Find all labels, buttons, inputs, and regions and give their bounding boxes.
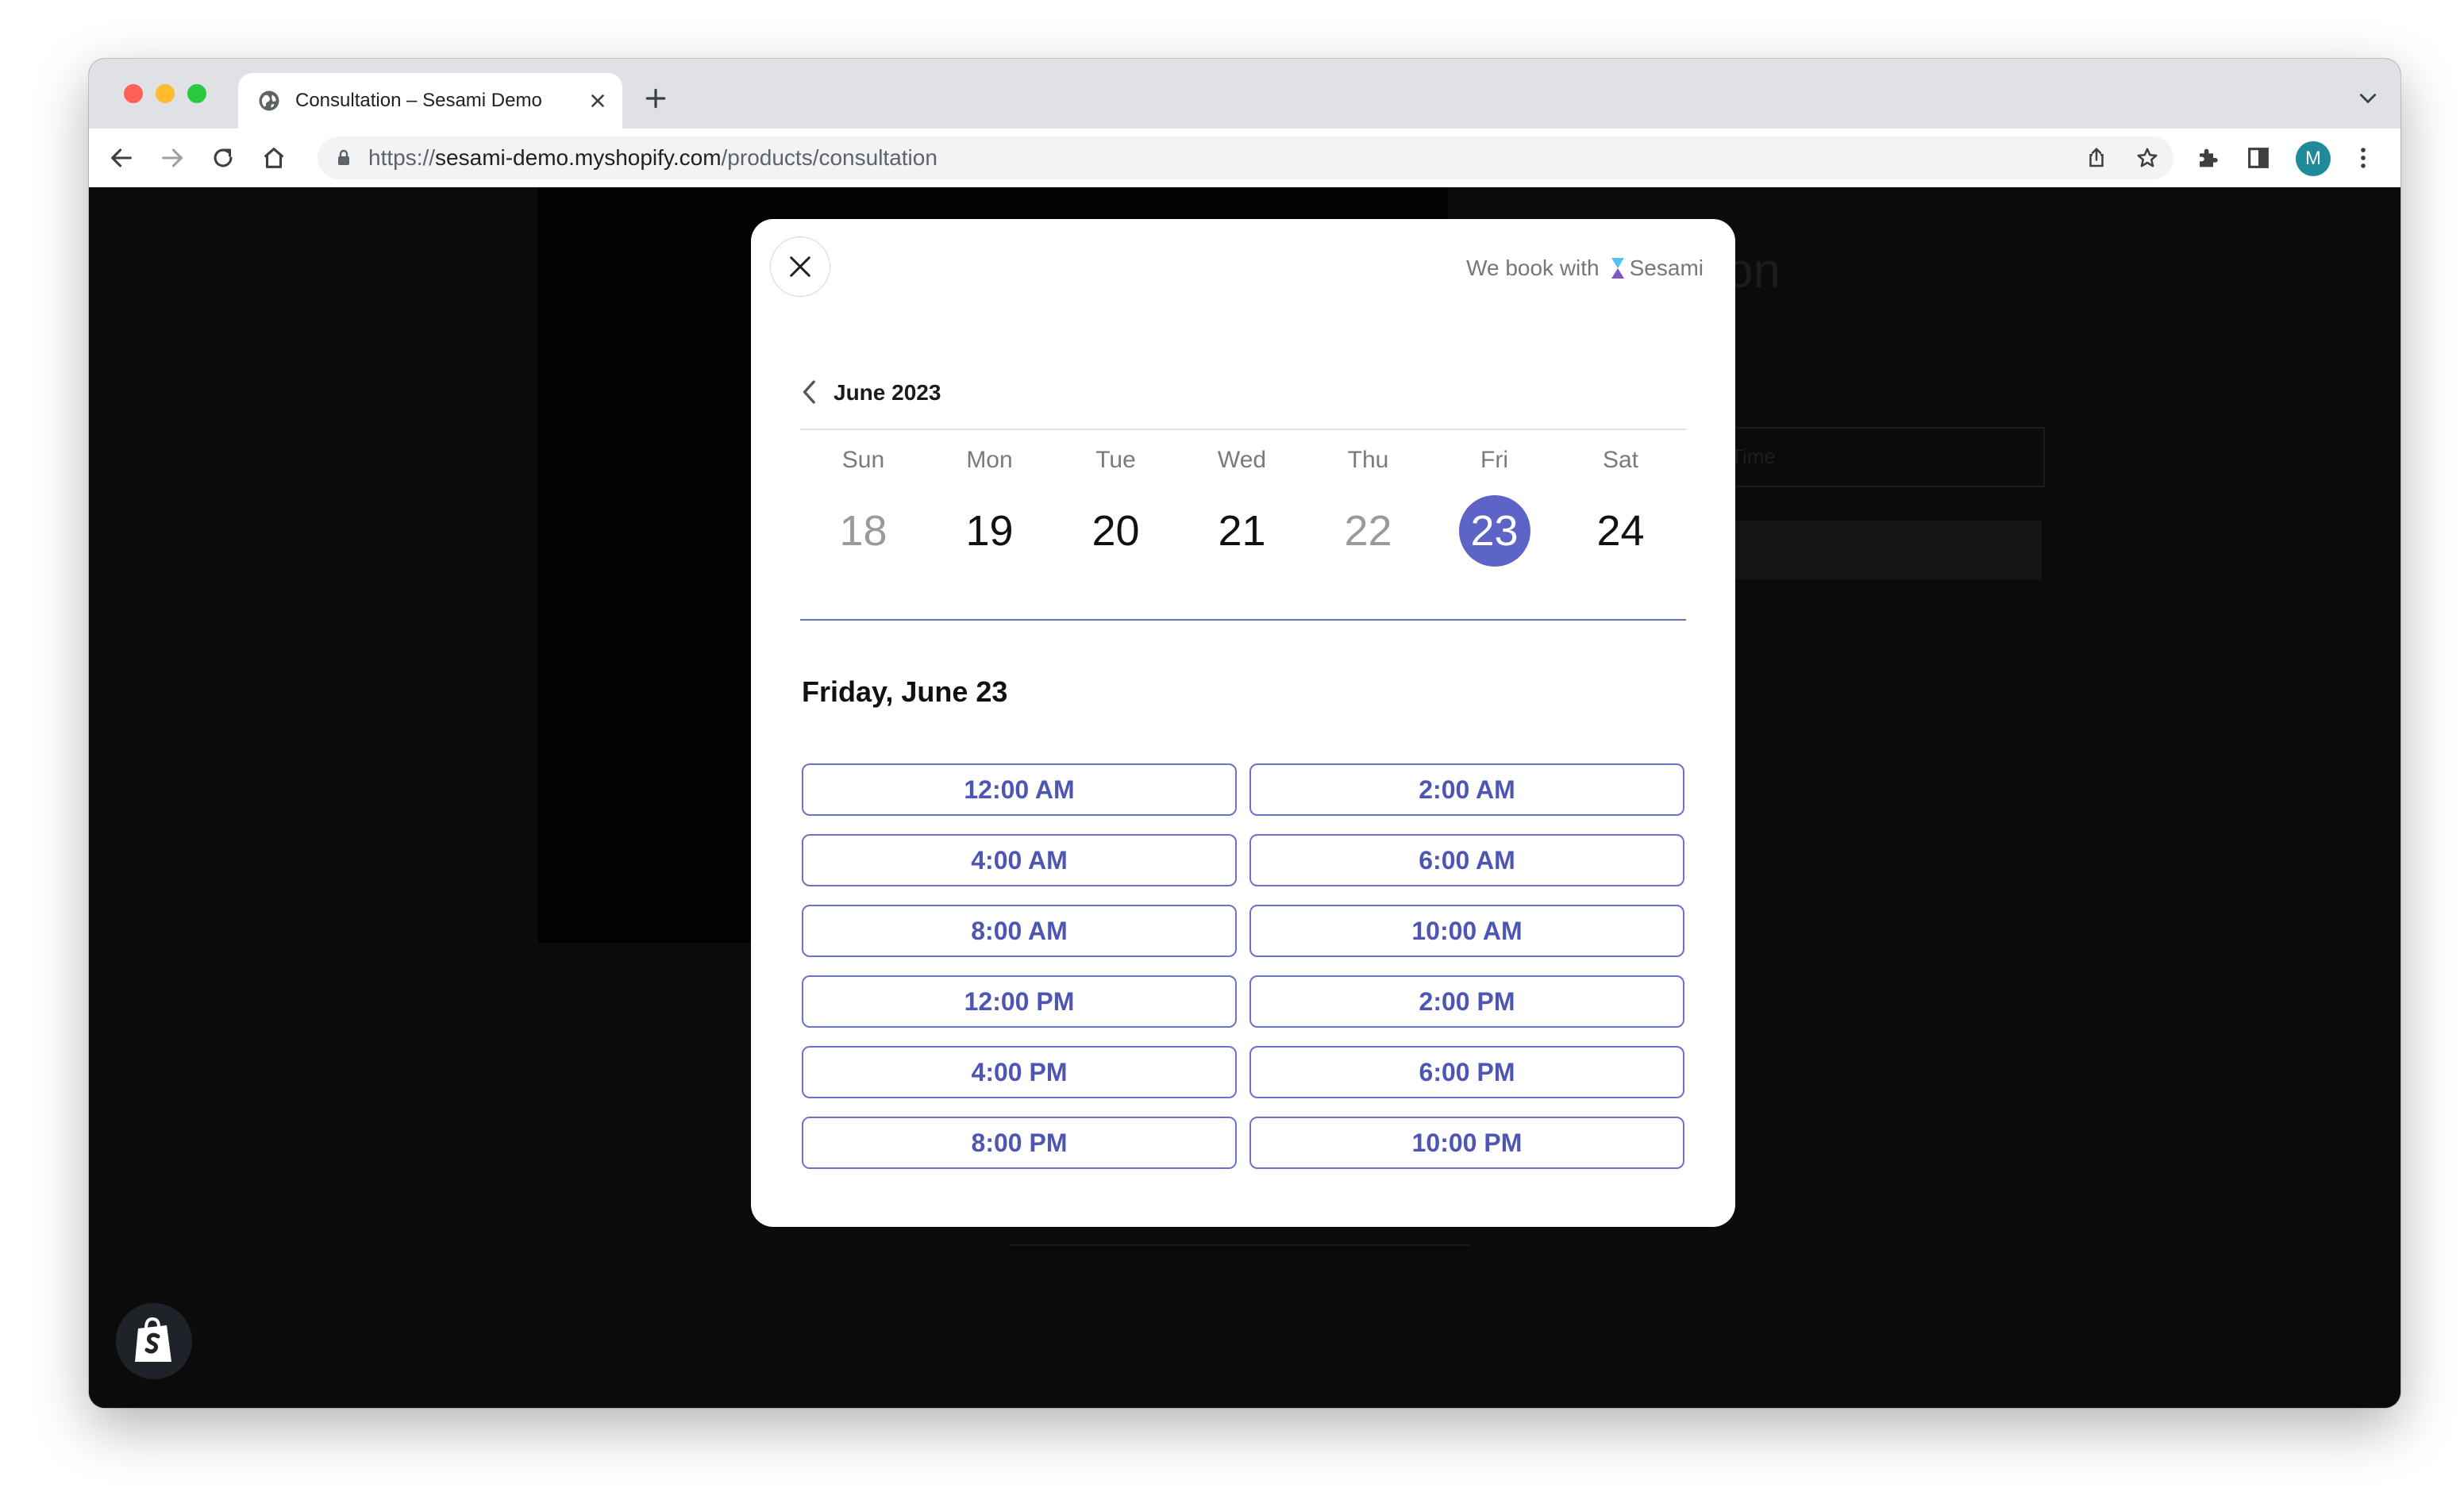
chevron-down-icon[interactable] — [2358, 90, 2378, 106]
day-mon[interactable]: Mon 19 — [926, 438, 1053, 565]
day-of-week-label: Tue — [1095, 447, 1136, 473]
time-slot-button[interactable]: 8:00 AM — [802, 905, 1237, 957]
day-sun: Sun 18 — [800, 438, 926, 565]
day-of-week-label: Sat — [1602, 447, 1639, 473]
time-slot-button[interactable]: 6:00 PM — [1249, 1046, 1684, 1098]
calendar-divider-bottom — [800, 619, 1686, 621]
day-tue[interactable]: Tue 20 — [1053, 438, 1179, 565]
date-number[interactable]: 20 — [1080, 495, 1152, 567]
shopify-button[interactable] — [116, 1303, 192, 1379]
back-icon[interactable] — [108, 144, 135, 171]
date-number: 22 — [1344, 507, 1392, 555]
home-icon[interactable] — [260, 144, 287, 171]
week-strip: Sun 18 Mon 19 Tue 20 Wed 21 Thu 22 Fri 2… — [800, 438, 1686, 567]
time-slot-button[interactable]: 2:00 PM — [1249, 975, 1684, 1028]
hourglass-icon — [1611, 258, 1624, 279]
window-zoom-button[interactable] — [187, 84, 206, 103]
day-fri-selected[interactable]: Fri 23 — [1431, 438, 1557, 567]
url-text: https://sesami-demo.myshopify.com/produc… — [368, 145, 937, 171]
side-panel-icon[interactable] — [2245, 144, 2272, 171]
selected-date-number[interactable]: 23 — [1458, 495, 1530, 567]
close-icon — [790, 256, 810, 277]
book-button-background — [1708, 521, 2042, 579]
day-of-week-label: Mon — [966, 447, 1013, 473]
time-slot-button[interactable]: 12:00 AM — [802, 763, 1237, 816]
tab-title: Consultation – Sesami Demo — [295, 90, 542, 111]
modal-close-button[interactable] — [770, 236, 830, 297]
date-number[interactable]: 19 — [954, 495, 1026, 567]
divider — [1010, 1244, 1470, 1246]
time-slot-button[interactable]: 12:00 PM — [802, 975, 1237, 1028]
day-of-week-label: Thu — [1347, 447, 1389, 473]
day-sat[interactable]: Sat 24 — [1557, 438, 1684, 565]
time-field-placeholder: Time — [1731, 444, 1776, 468]
calendar-divider-top — [800, 429, 1686, 430]
extensions-icon[interactable] — [2194, 144, 2221, 171]
chevron-left-icon[interactable] — [799, 378, 821, 406]
star-icon[interactable] — [2135, 146, 2159, 170]
reload-icon[interactable] — [210, 144, 237, 171]
day-of-week-label: Fri — [1480, 447, 1508, 473]
lock-icon[interactable] — [335, 148, 352, 167]
time-slot-button[interactable]: 4:00 PM — [802, 1046, 1237, 1098]
time-slot-button[interactable]: 10:00 AM — [1249, 905, 1684, 957]
address-bar[interactable]: https://sesami-demo.myshopify.com/produc… — [318, 136, 2173, 179]
brand-name: Sesami — [1629, 256, 1704, 280]
browser-window: Consultation – Sesami Demo https://sesam… — [89, 59, 2400, 1408]
kebab-menu-icon[interactable] — [2350, 144, 2377, 171]
time-slot-button[interactable]: 6:00 AM — [1249, 834, 1684, 886]
brand-prefix: We book with — [1466, 256, 1600, 280]
date-number[interactable]: 21 — [1207, 495, 1278, 567]
share-icon[interactable] — [2085, 146, 2108, 170]
shopify-bag-icon — [135, 1317, 171, 1362]
tab-bar: Consultation – Sesami Demo — [89, 59, 2400, 129]
page-viewport: on Time We book with Sesami June 2023 Su… — [89, 187, 2400, 1408]
time-slot-button[interactable]: 4:00 AM — [802, 834, 1237, 886]
month-label: June 2023 — [834, 380, 941, 405]
browser-tab[interactable]: Consultation – Sesami Demo — [238, 73, 622, 129]
globe-icon — [259, 90, 279, 111]
date-number[interactable]: 24 — [1585, 495, 1657, 567]
url-path: /products/consultation — [721, 145, 937, 170]
day-wed[interactable]: Wed 21 — [1179, 438, 1305, 565]
day-of-week-label: Wed — [1217, 447, 1267, 473]
time-slot-button[interactable]: 2:00 AM — [1249, 763, 1684, 816]
close-icon[interactable] — [587, 90, 608, 111]
booking-modal: We book with Sesami June 2023 Sun 18 Mon… — [751, 219, 1735, 1227]
day-of-week-label: Sun — [841, 447, 885, 473]
window-minimize-button[interactable] — [156, 84, 175, 103]
time-slot-button[interactable]: 8:00 PM — [802, 1117, 1237, 1169]
profile-avatar[interactable]: M — [2296, 141, 2331, 176]
sesami-branding: We book with Sesami — [1466, 254, 1704, 283]
day-thu: Thu 22 — [1305, 438, 1431, 565]
plus-icon[interactable] — [643, 86, 668, 111]
url-scheme: https:// — [368, 145, 436, 170]
browser-toolbar: https://sesami-demo.myshopify.com/produc… — [89, 129, 2400, 188]
forward-icon[interactable] — [159, 144, 186, 171]
window-close-button[interactable] — [124, 84, 143, 103]
url-host: sesami-demo.myshopify.com — [435, 145, 722, 170]
date-number: 18 — [839, 507, 887, 555]
time-slot-button[interactable]: 10:00 PM — [1249, 1117, 1684, 1169]
selected-date-heading: Friday, June 23 — [802, 675, 1008, 708]
